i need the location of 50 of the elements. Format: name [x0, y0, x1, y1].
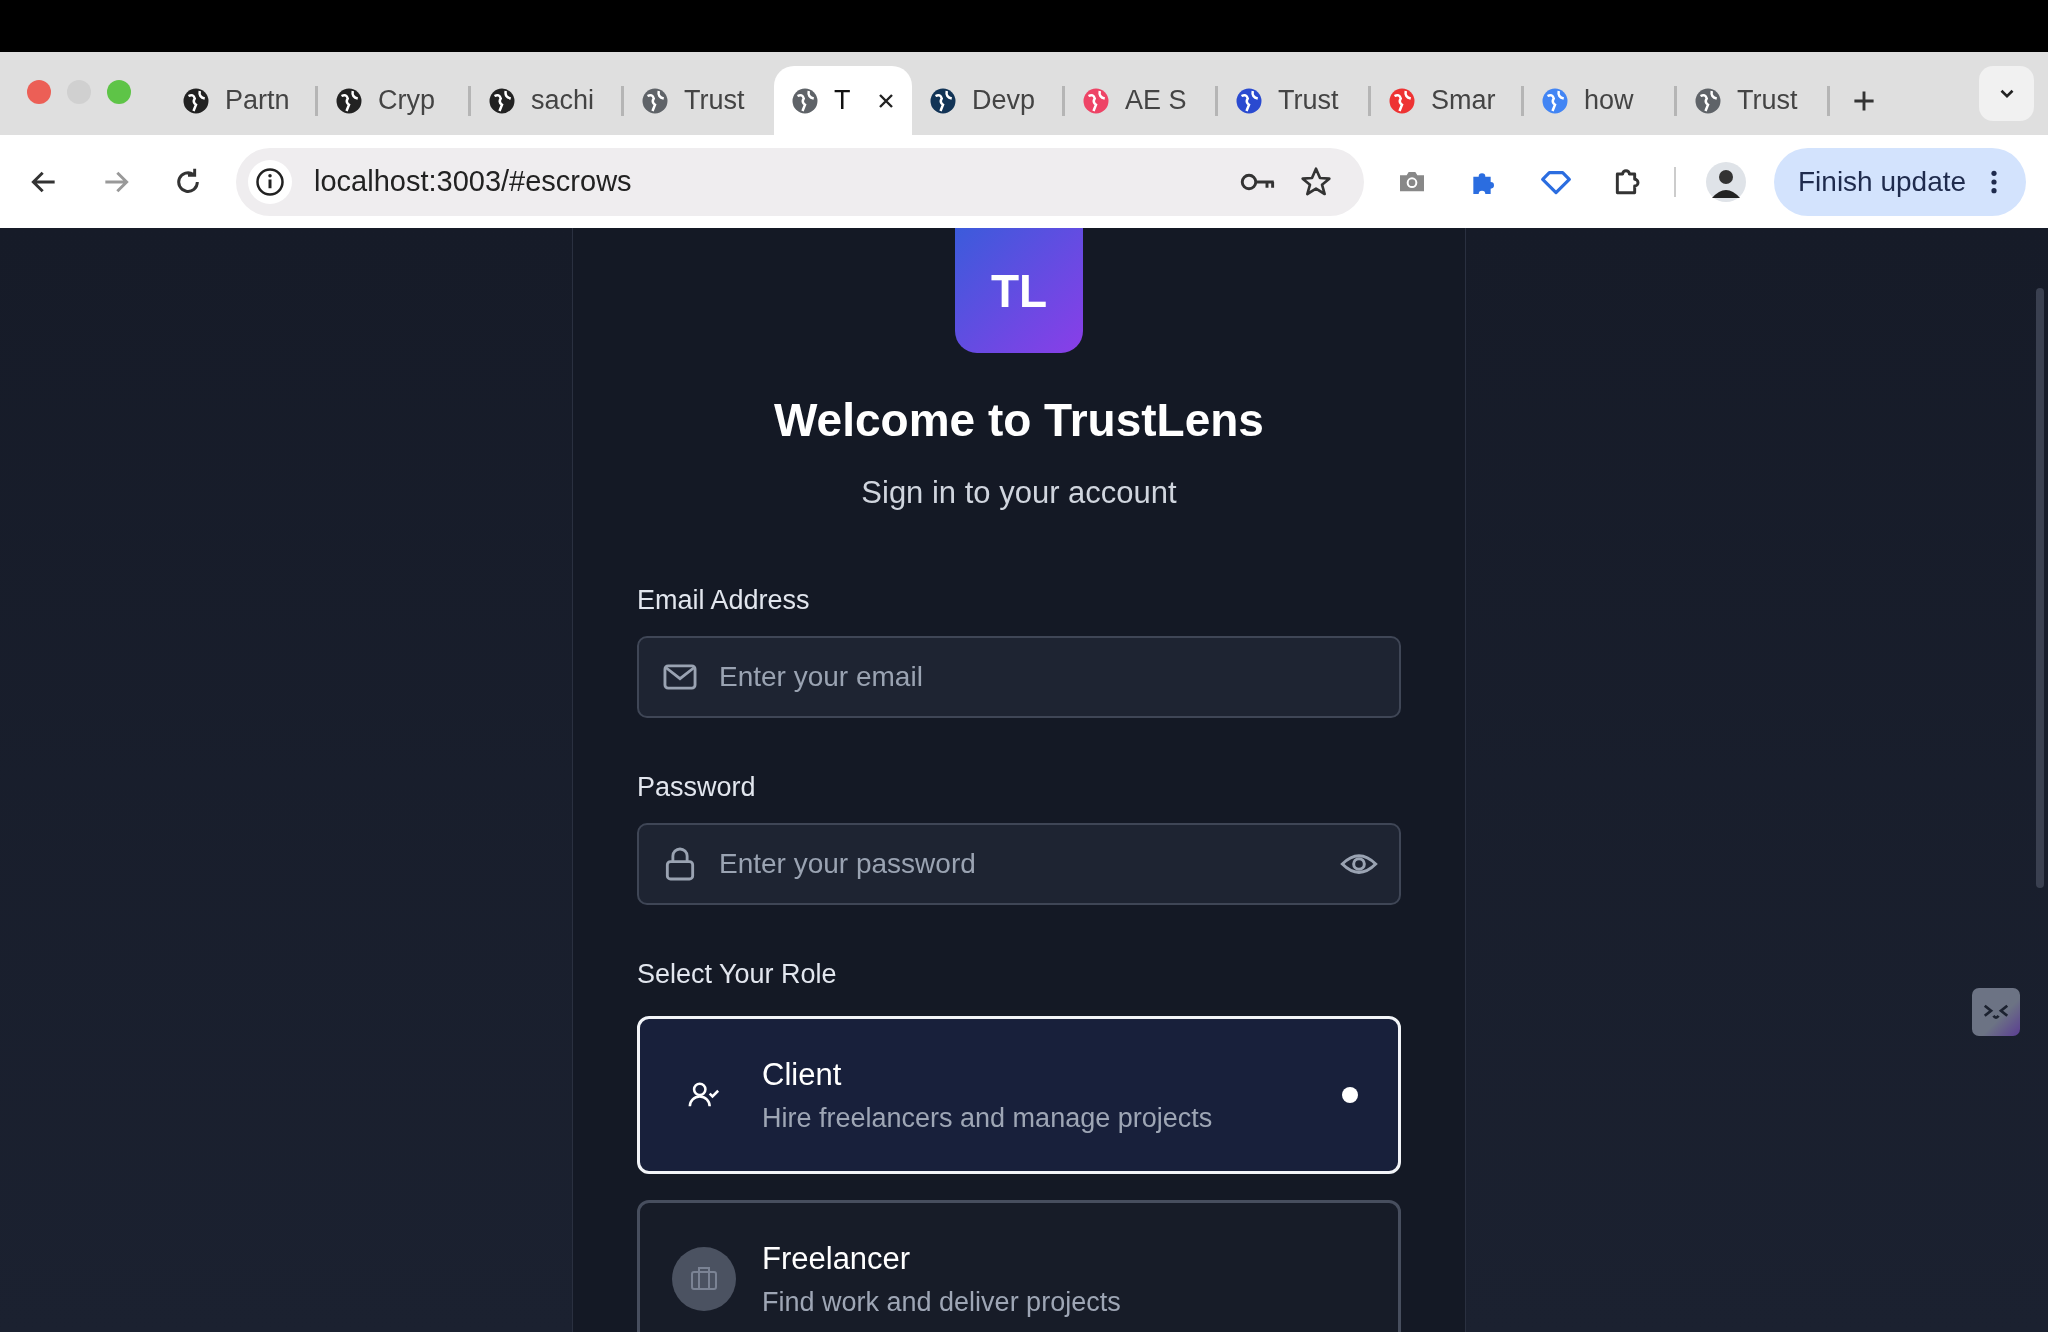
- subtitle: Sign in to your account: [861, 475, 1177, 511]
- role-title: Freelancer: [762, 1240, 912, 1277]
- tab-title: Partn: [225, 85, 290, 116]
- tab-title: Trust: [1278, 85, 1339, 116]
- welcome-title: Welcome to TrustLens: [774, 393, 1264, 447]
- tab-title: Devp: [972, 85, 1036, 116]
- bookmark-star-icon[interactable]: [1298, 165, 1334, 198]
- browser-tab[interactable]: Trust: [624, 66, 774, 135]
- tab-title: Smar: [1431, 85, 1496, 116]
- browser-tab[interactable]: sachi: [471, 66, 621, 135]
- field-label: Select Your Role: [637, 959, 838, 990]
- tab-title: sachi: [531, 85, 595, 116]
- tab-title: Trust: [684, 85, 745, 116]
- tab-title: Trust: [1737, 85, 1798, 116]
- widget-button[interactable]: [1972, 988, 2020, 1036]
- browser-tab[interactable]: how: [1524, 66, 1674, 135]
- browser-tab[interactable]: Devp: [912, 66, 1062, 135]
- more-icon[interactable]: [1990, 168, 1999, 195]
- role-description: Find work and deliver projects: [762, 1286, 1122, 1318]
- logo-badge: TL: [955, 228, 1083, 353]
- tab-title: AE S: [1125, 85, 1187, 116]
- tab-title: T: [834, 85, 852, 116]
- browser-tab[interactable]: T: [774, 66, 912, 135]
- selected-indicator: [1342, 1087, 1358, 1103]
- email-field[interactable]: Enter your email: [637, 636, 1401, 718]
- address-bar[interactable]: localhost:3003/#escrows: [236, 147, 1364, 216]
- browser-tab[interactable]: Trust: [1218, 66, 1368, 135]
- profile-avatar[interactable]: [1706, 161, 1746, 202]
- tab-title: Cryp: [378, 85, 435, 116]
- role-description: Hire freelancers and manage projects: [762, 1102, 1214, 1134]
- new-tab-icon[interactable]: [1852, 88, 1876, 113]
- role-option[interactable]: Client Hire freelancers and manage projects: [637, 1016, 1401, 1174]
- role-title: Client: [762, 1056, 843, 1093]
- role-option[interactable]: Freelancer Find work and deliver projects: [637, 1200, 1401, 1332]
- finish-update-button[interactable]: Finish update: [1774, 147, 2027, 216]
- browser-tab[interactable]: Trust: [1677, 66, 1827, 135]
- close-window-button[interactable]: [27, 80, 51, 104]
- browser-tab[interactable]: Partn: [165, 66, 315, 135]
- password-field[interactable]: Enter your password: [637, 823, 1401, 905]
- browser-tab[interactable]: Cryp: [318, 66, 468, 135]
- field-label: Password: [637, 772, 757, 803]
- browser-tab[interactable]: AE S: [1065, 66, 1215, 135]
- tab-title: how: [1584, 85, 1634, 116]
- scrollbar-thumb[interactable]: [2036, 288, 2044, 888]
- url-text: localhost:3003/#escrows: [314, 165, 633, 198]
- info-icon[interactable]: [255, 166, 285, 197]
- briefcase-icon: [672, 1247, 736, 1311]
- field-label: Email Address: [637, 585, 811, 616]
- face-icon: [1981, 1002, 2011, 1022]
- browser-tab[interactable]: Smar: [1371, 66, 1521, 135]
